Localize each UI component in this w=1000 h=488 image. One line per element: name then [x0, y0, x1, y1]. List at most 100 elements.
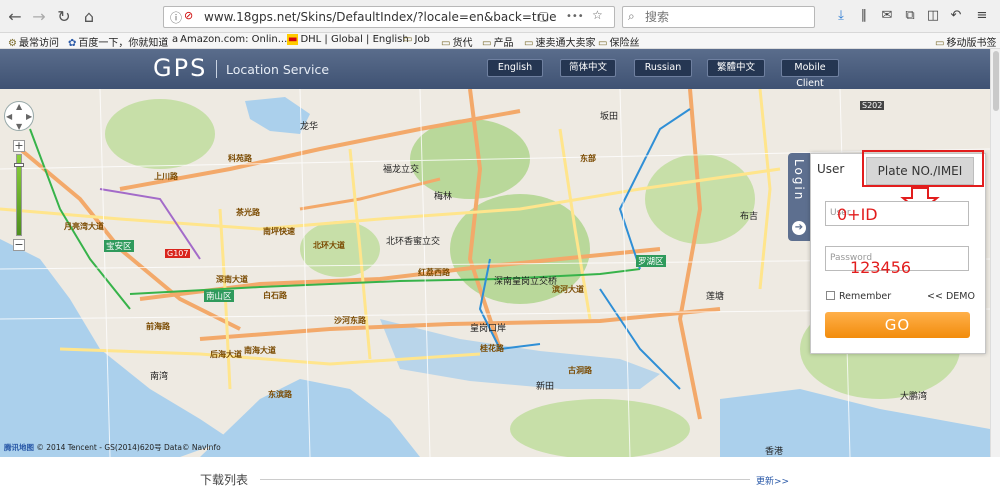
bookmark-star-icon[interactable]: ☆ [592, 8, 603, 22]
map-label: S202 [860, 101, 885, 110]
search-input[interactable] [645, 9, 805, 25]
zoom-in-button[interactable]: + [13, 140, 25, 152]
download-icon[interactable]: ⤓ [833, 8, 849, 24]
map-label: 南山区 [204, 290, 234, 302]
map-label: 月亮湾大道 [64, 222, 104, 231]
screenshot-icon[interactable]: ⧉ [902, 8, 918, 24]
tab-user[interactable]: User [817, 162, 844, 176]
map-label: 上川路 [154, 172, 178, 181]
map-pan-control[interactable]: ▲ ◀ ▶ ▼ [4, 101, 34, 131]
pan-right-icon[interactable]: ▶ [26, 112, 32, 121]
login-side-tab[interactable]: Login ➔ [788, 153, 810, 241]
lang-simplified-chinese-button[interactable]: 简体中文 [560, 59, 616, 77]
pan-left-icon[interactable]: ◀ [6, 112, 12, 121]
folder-icon: ▭ [598, 38, 608, 49]
home-icon[interactable]: ⌂ [80, 8, 98, 26]
map-label: 香港 [765, 447, 784, 457]
pan-down-icon[interactable]: ▼ [16, 122, 22, 131]
browser-toolbar: ← → ↻ ⌂ ⓘ ⊘ www.18gps.net/Skins/DefaultI… [0, 0, 1000, 33]
map-label: 大鹏湾 [900, 392, 928, 402]
site-logo: GPS [153, 54, 208, 82]
bookmark-item[interactable]: ▭ 保险丝 [598, 34, 639, 49]
undo-icon[interactable]: ↶ [948, 8, 964, 24]
map-label: 罗湖区 [636, 255, 666, 267]
bookmark-item[interactable]: ▭ Job [403, 34, 430, 45]
page-scrollbar[interactable] [990, 49, 1000, 457]
url-text[interactable]: www.18gps.net/Skins/DefaultIndex/?locale… [204, 10, 557, 24]
lang-traditional-chinese-button[interactable]: 繁體中文 [707, 59, 765, 77]
mobile-client-button[interactable]: Mobile Client [781, 59, 839, 89]
reload-icon[interactable]: ↻ [55, 8, 73, 26]
lang-russian-button[interactable]: Russian [634, 59, 692, 77]
bookmark-item[interactable]: a Amazon.com: Onlin... [172, 34, 287, 45]
map-label: 莲塘 [706, 292, 725, 302]
handwritten-password-note: 123456 [850, 258, 912, 277]
folder-icon: ▭ [482, 38, 492, 49]
bookmark-item[interactable]: ▭ 移动版书签 [935, 34, 996, 49]
more-link[interactable]: 更新>> [756, 474, 789, 487]
bookmark-item[interactable]: ⚙ 最常访问 [8, 34, 59, 49]
lang-english-button[interactable]: English [487, 59, 543, 77]
map-label: 深南大道 [216, 275, 248, 284]
map-label: 南坪快速 [263, 227, 295, 236]
paw-icon: ✿ [68, 38, 77, 49]
scrollbar-thumb[interactable] [993, 51, 999, 111]
checkbox-icon[interactable] [826, 291, 835, 300]
pan-up-icon[interactable]: ▲ [16, 102, 22, 111]
amazon-icon: a [172, 34, 179, 45]
sidebar-icon[interactable]: ◫ [925, 8, 941, 24]
logo-divider [216, 60, 217, 78]
map-label: 新田 [536, 382, 555, 392]
page-actions-icon[interactable]: ••• [566, 11, 584, 22]
map-label: 滨河大道 [552, 285, 584, 294]
map-label: 后海大道 [210, 350, 242, 359]
menu-icon[interactable]: ≡ [974, 8, 990, 24]
info-icon[interactable]: ⓘ [170, 9, 182, 26]
zoom-slider-handle[interactable] [14, 163, 24, 167]
map-label: 古洞路 [568, 366, 592, 375]
folder-icon: ▭ [403, 34, 413, 45]
map-label: 布吉 [740, 212, 759, 222]
go-button[interactable]: GO [825, 312, 970, 338]
bookmark-item[interactable]: ▭ 产品 [482, 34, 513, 49]
map-label: G107 [165, 249, 191, 258]
dhl-icon: ▬ [287, 34, 299, 45]
map-label: 东滨路 [268, 390, 292, 399]
map-label: 白石路 [263, 291, 287, 300]
gear-icon: ⚙ [8, 38, 17, 49]
map-label: 桂花路 [480, 344, 504, 353]
library-icon[interactable]: ∥ [856, 8, 872, 24]
search-box[interactable]: ⌕ [622, 6, 815, 28]
map-label: 茶光路 [236, 208, 260, 217]
map-label: 梅林 [434, 192, 453, 202]
bookmark-item[interactable]: ▬ DHL | Global | English [287, 34, 409, 45]
red-highlight-box [862, 150, 984, 187]
insecure-icon: ⊘ [184, 9, 194, 22]
downloads-divider [260, 479, 750, 480]
back-icon[interactable]: ← [6, 8, 24, 26]
demo-link[interactable]: << DEMO [927, 291, 975, 302]
map-label: 北环香蜜立交 [386, 237, 441, 247]
downloads-title: 下载列表 [200, 473, 249, 487]
folder-icon: ▭ [441, 38, 451, 49]
folder-icon: ▭ [935, 38, 945, 49]
map-label: 坂田 [600, 112, 619, 122]
map-label: 南湾 [150, 372, 169, 382]
remember-checkbox[interactable]: Remember [826, 291, 891, 302]
map-label: 北环大道 [313, 241, 345, 250]
tencent-map-logo: 腾讯地图 [4, 443, 34, 452]
chat-icon[interactable]: ✉ [879, 8, 895, 24]
bookmark-item[interactable]: ▭ 速卖通大卖家 [524, 34, 595, 49]
collapse-arrow-icon[interactable]: ➔ [792, 221, 806, 235]
address-bar[interactable]: ⓘ ⊘ www.18gps.net/Skins/DefaultIndex/?lo… [163, 6, 615, 28]
bookmark-item[interactable]: ✿ 百度一下，你就知道 [68, 34, 168, 49]
page-icon[interactable]: ▢ [538, 9, 549, 23]
map-label: 红荔西路 [418, 268, 450, 277]
forward-icon[interactable]: → [30, 8, 48, 26]
zoom-out-button[interactable]: − [13, 239, 25, 251]
map-label: 沙河东路 [334, 316, 366, 325]
site-subtitle: Location Service [226, 62, 330, 77]
map-label: 深南皇岗立交桥 [494, 277, 558, 287]
map-label: 福龙立交 [383, 165, 420, 175]
bookmark-item[interactable]: ▭ 货代 [441, 34, 472, 49]
